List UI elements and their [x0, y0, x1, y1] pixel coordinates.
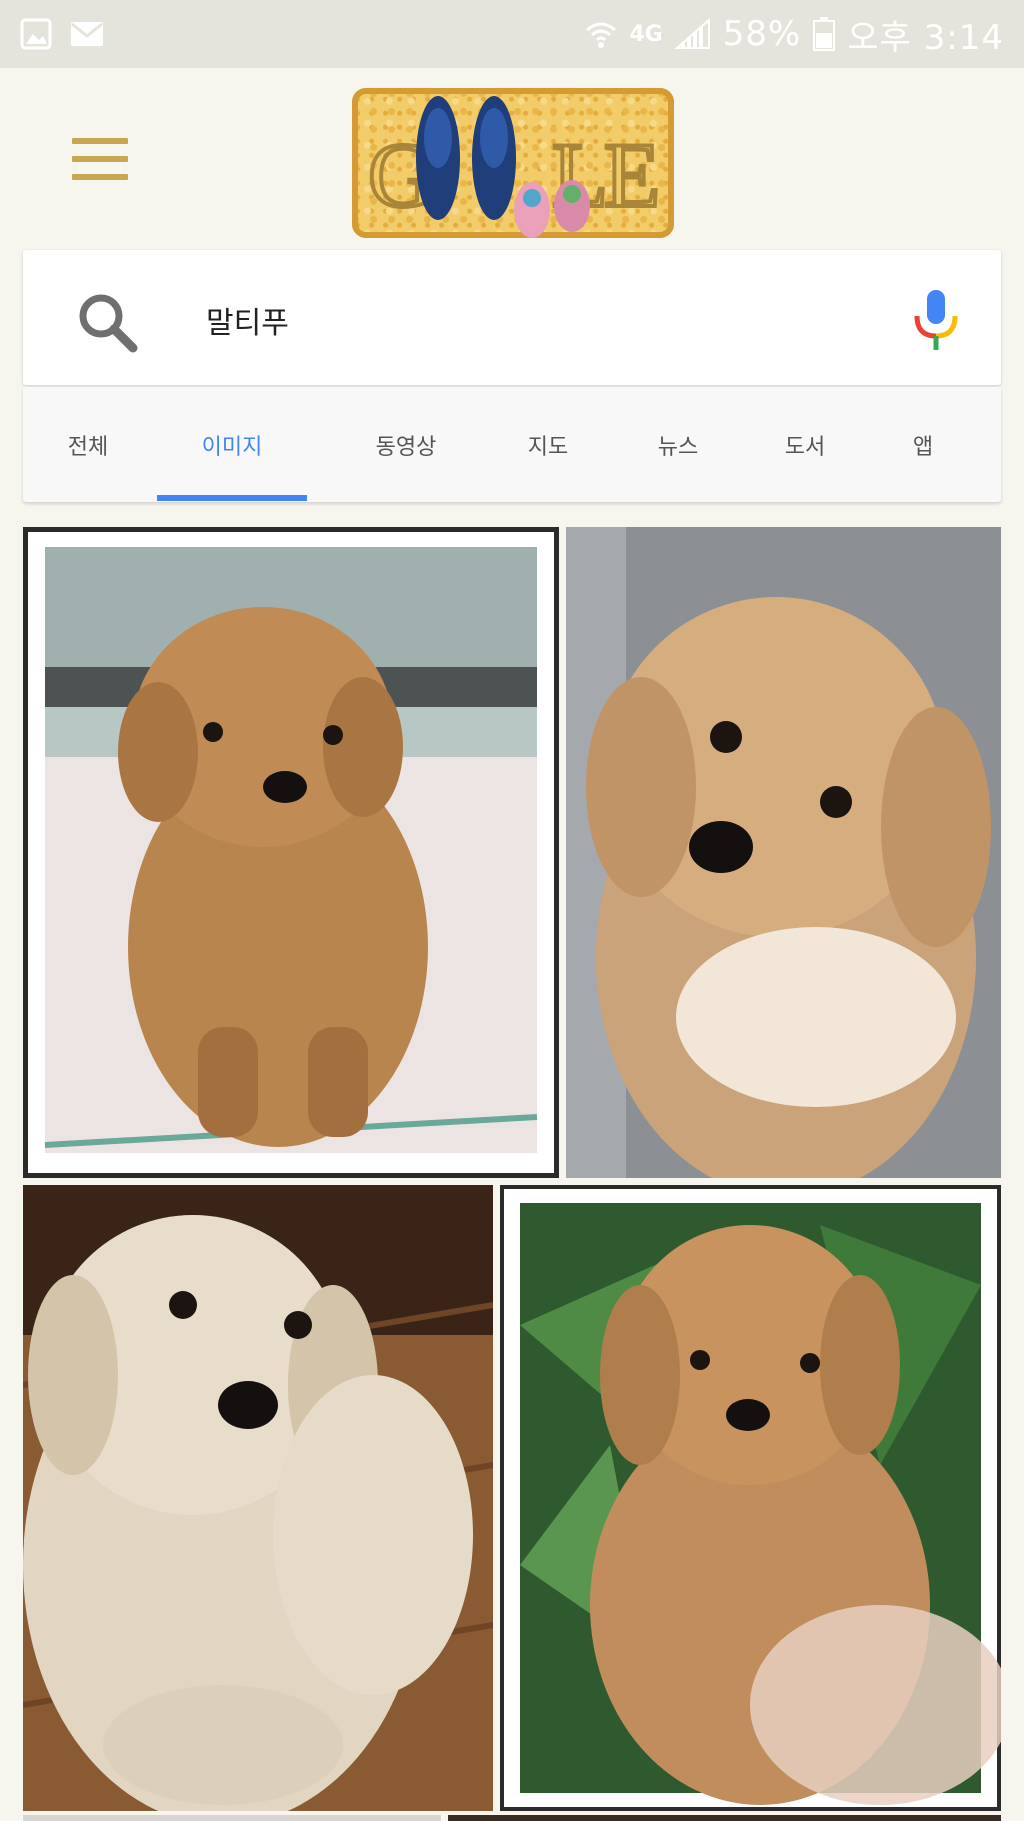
image-result-4[interactable]	[500, 1185, 1001, 1811]
image-result-5[interactable]	[23, 1815, 441, 1821]
image-result-6[interactable]	[448, 1815, 1001, 1821]
search-icon[interactable]	[73, 288, 143, 358]
microphone-icon[interactable]	[901, 286, 971, 356]
tab-videos[interactable]: 동영상	[341, 387, 471, 502]
image-result-3[interactable]	[23, 1185, 493, 1811]
signal-icon	[674, 18, 711, 50]
tab-apps[interactable]: 앱	[873, 387, 973, 502]
wifi-icon	[585, 18, 617, 50]
status-right: 4G 58% 오후 3:14	[585, 10, 1004, 59]
search-input[interactable]: 말티푸	[206, 298, 289, 342]
status-left	[20, 18, 104, 50]
network-type: 4G	[629, 21, 663, 47]
image-result-1[interactable]	[23, 527, 559, 1178]
tab-images[interactable]: 이미지	[157, 387, 307, 502]
mail-icon	[70, 20, 104, 48]
svg-text:E: E	[604, 124, 660, 226]
hamburger-menu-icon[interactable]	[72, 138, 128, 180]
clock: 오후 3:14	[847, 17, 1004, 58]
battery-percent: 58%	[722, 14, 802, 54]
image-result-2[interactable]	[566, 527, 1001, 1178]
active-tab-indicator	[157, 495, 307, 501]
gallery-icon	[20, 18, 52, 50]
tab-all[interactable]: 전체	[33, 387, 143, 502]
google-doodle-logo[interactable]: G L E	[352, 88, 674, 238]
tab-news[interactable]: 뉴스	[618, 387, 738, 502]
status-bar: 4G 58% 오후 3:14	[0, 0, 1024, 68]
search-tabs: 전체 이미지 동영상 지도 뉴스 도서 앱	[23, 387, 1001, 502]
search-box[interactable]: 말티푸	[23, 250, 1001, 385]
battery-icon	[813, 17, 836, 51]
tab-maps[interactable]: 지도	[488, 387, 608, 502]
tab-books[interactable]: 도서	[745, 387, 865, 502]
header: G L E	[0, 68, 1024, 250]
